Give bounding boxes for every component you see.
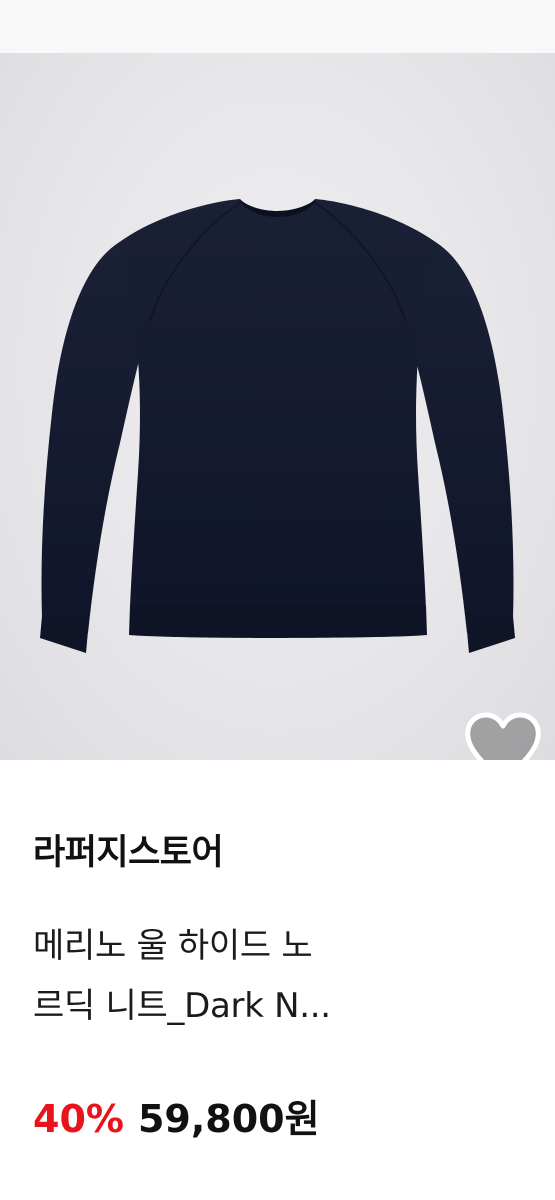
price-row: 40% 59,800원 [33,1088,320,1143]
sweater-body [118,199,437,608]
store-name[interactable]: 라퍼지스토어 [33,824,224,875]
sweater-image [40,199,515,653]
product-name[interactable]: 메리노 울 하이드 노 르딕 니트_Dark N... [33,916,513,1036]
wishlist-button[interactable] [462,711,544,760]
product-image[interactable] [0,53,555,760]
sale-price: 59,800원 [137,1097,320,1141]
product-name-line-2: 르딕 니트_Dark N... [33,986,331,1026]
discount-rate: 40% [33,1097,124,1141]
product-card[interactable]: 라퍼지스토어 메리노 울 하이드 노 르딕 니트_Dark N... 40% 59… [0,0,555,1200]
product-name-line-1: 메리노 울 하이드 노 [33,926,313,966]
hem [129,606,427,638]
heart-icon[interactable] [462,711,544,760]
top-spacer [0,0,555,53]
